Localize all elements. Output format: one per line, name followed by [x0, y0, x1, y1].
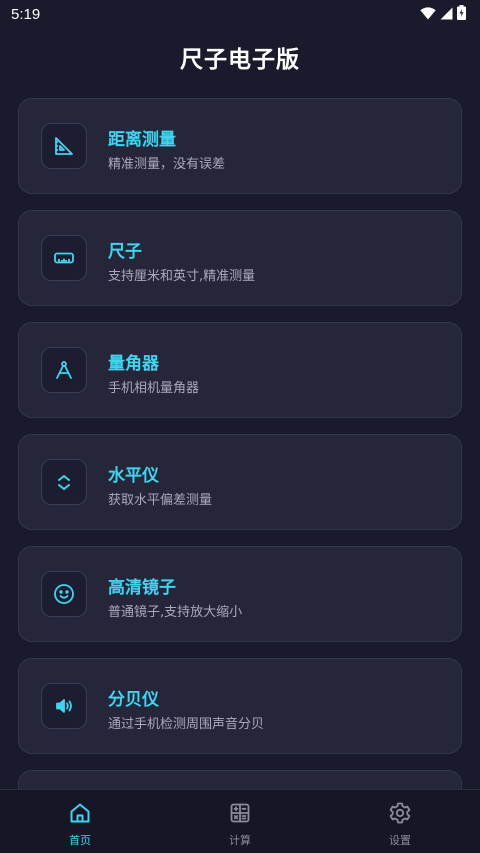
feature-card-ruler[interactable]: 尺子 支持厘米和英寸,精准测量 [18, 210, 462, 306]
nav-settings-label: 设置 [389, 834, 411, 847]
status-time: 5:19 [11, 5, 41, 23]
feature-title: 高清镜子 [108, 578, 176, 598]
feature-desc: 手机相机量角器 [108, 381, 200, 396]
bottom-nav: 首页 计算 设置 [0, 789, 480, 853]
level-icon [41, 459, 87, 505]
gear-icon [388, 801, 412, 829]
feature-title: 分贝仪 [108, 690, 159, 710]
feature-title: 距离测量 [108, 130, 176, 150]
feature-title: 量角器 [108, 354, 159, 374]
feature-card-decibel[interactable]: 分贝仪 通过手机检测周围声音分贝 [18, 658, 462, 754]
feature-desc: 普通镜子,支持放大缩小 [108, 605, 243, 620]
calculator-icon [228, 801, 252, 829]
feature-card-mirror[interactable]: 高清镜子 普通镜子,支持放大缩小 [18, 546, 462, 642]
home-icon [68, 801, 92, 829]
nav-settings[interactable]: 设置 [320, 790, 480, 853]
status-bar: 5:19 [0, 0, 480, 28]
feature-title: 尺子 [108, 242, 142, 262]
feature-title: 水平仪 [108, 466, 159, 486]
feature-desc: 精准测量，没有误差 [108, 157, 226, 172]
nav-calculate[interactable]: 计算 [160, 790, 320, 853]
feature-card-distance[interactable]: 距离测量 精准测量，没有误差 [18, 98, 462, 194]
feature-desc: 支持厘米和英寸,精准测量 [108, 269, 256, 284]
nav-home[interactable]: 首页 [0, 790, 160, 853]
speaker-icon [41, 683, 87, 729]
smiley-icon [41, 571, 87, 617]
signal-icon [440, 5, 453, 24]
ruler-icon [41, 235, 87, 281]
feature-desc: 获取水平偏差测量 [108, 493, 213, 508]
nav-home-label: 首页 [69, 834, 91, 847]
feature-card-level[interactable]: 水平仪 获取水平偏差测量 [18, 434, 462, 530]
page-title: 尺子电子版 [180, 47, 300, 73]
feature-desc: 通过手机检测周围声音分贝 [108, 717, 265, 732]
screen: 5:19 尺子电子版 距离测量 精准测量，没有误差 尺子 支持厘米和英寸,精准测… [0, 0, 480, 853]
set-square-icon [41, 123, 87, 169]
status-icons [420, 4, 466, 24]
compass-icon [41, 347, 87, 393]
wifi-icon [420, 5, 436, 24]
battery-icon [457, 4, 466, 24]
nav-calculate-label: 计算 [229, 834, 251, 847]
feature-card-protractor[interactable]: 量角器 手机相机量角器 [18, 322, 462, 418]
